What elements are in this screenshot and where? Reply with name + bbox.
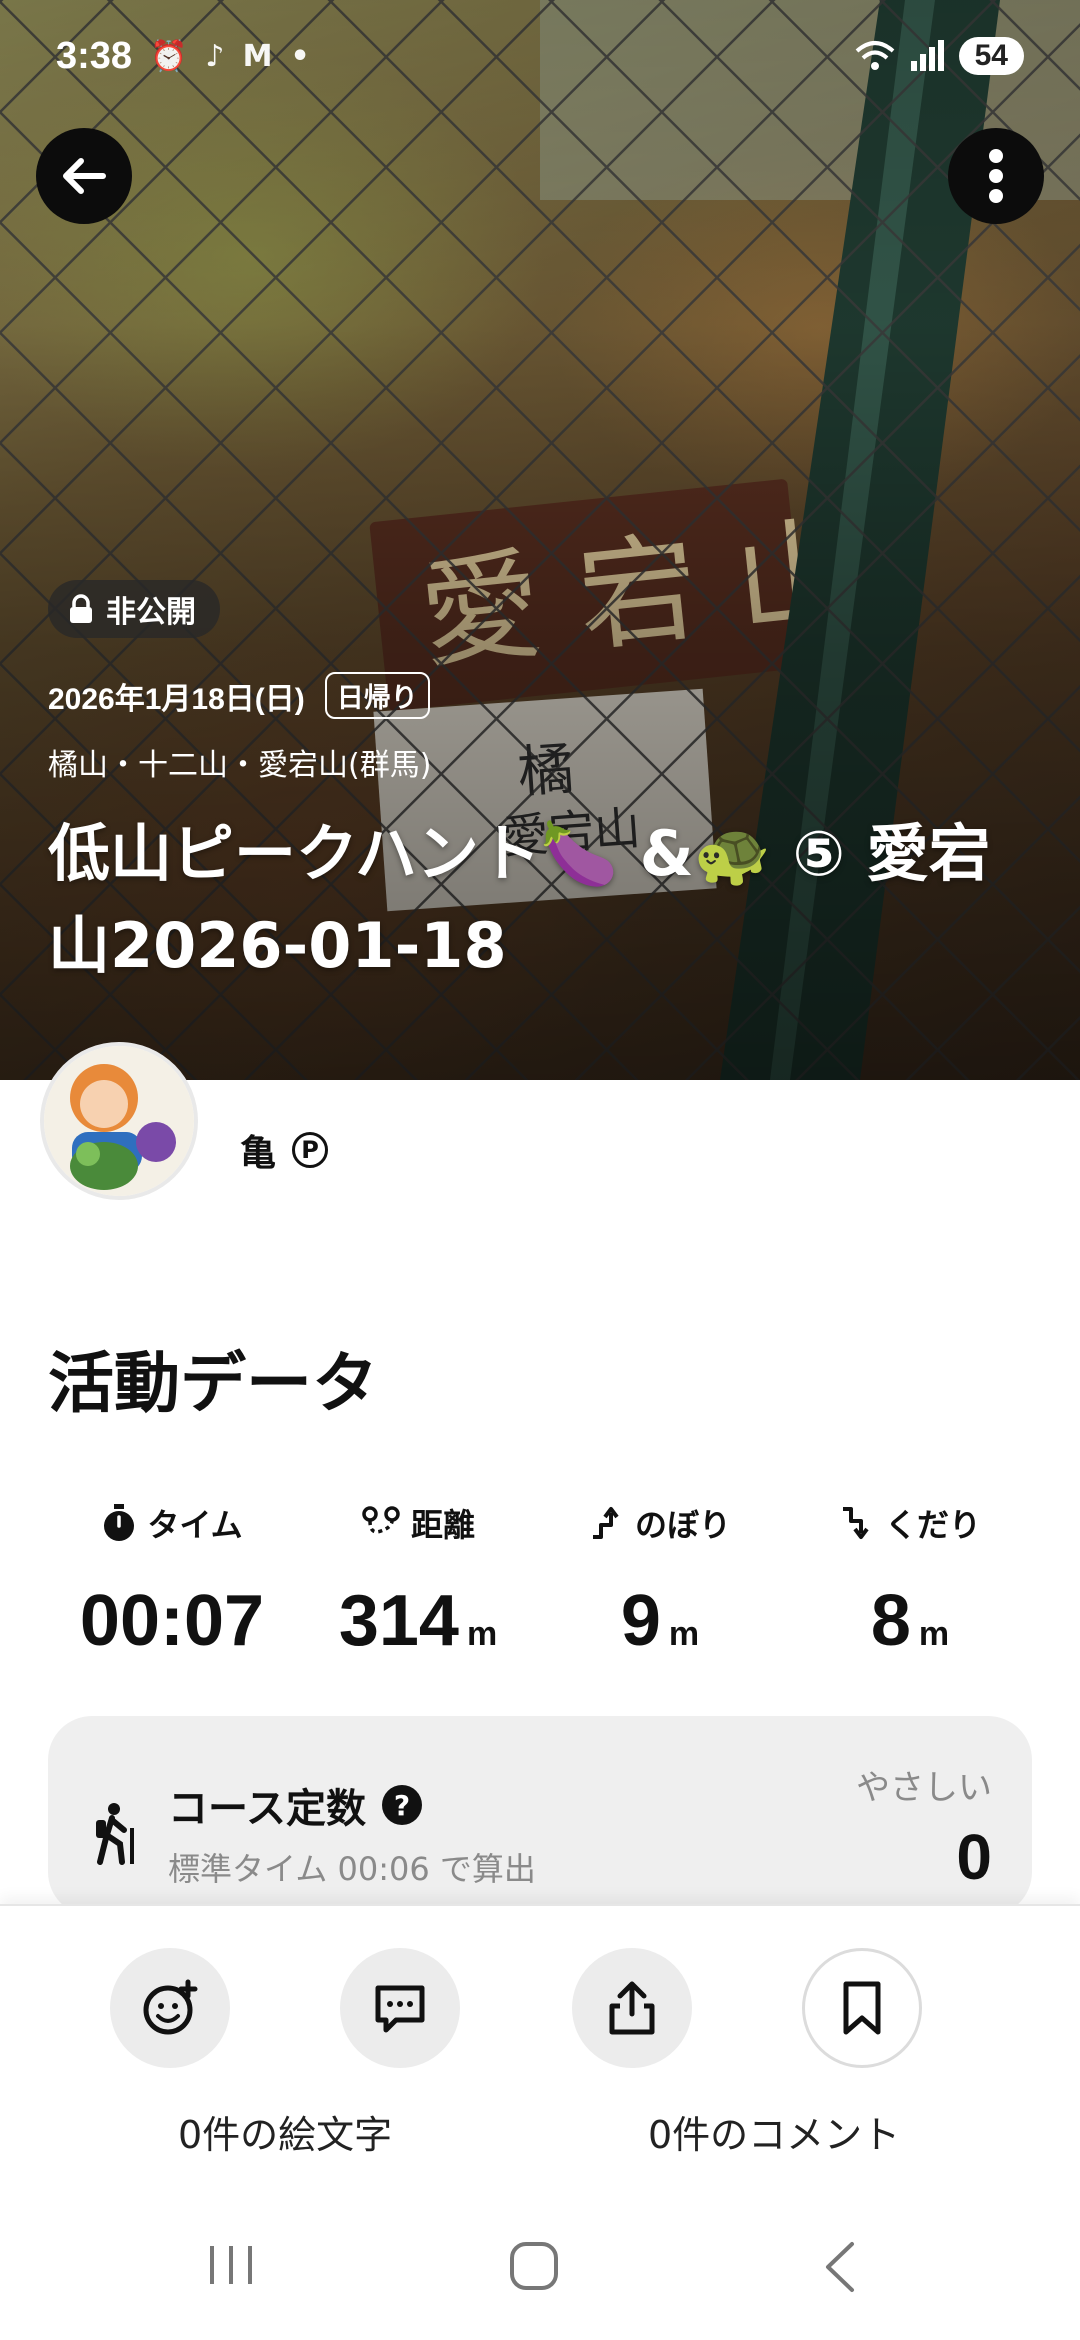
- stat-ascent: のぼり 9m: [540, 1500, 780, 1662]
- comment-icon: [375, 1985, 425, 2033]
- stat-descent: くだり 8m: [790, 1500, 1030, 1662]
- descent-icon: [842, 1507, 869, 1539]
- help-icon[interactable]: ?: [382, 1785, 422, 1825]
- course-constant-card[interactable]: コース定数 ? 標準タイム 00:06 で算出 やさしい 0: [48, 1716, 1032, 1916]
- user-name-row[interactable]: 亀 P: [240, 1124, 329, 1176]
- gmail-icon: M: [242, 38, 273, 74]
- emoji-count-label[interactable]: 0件の絵文字: [178, 2104, 392, 2159]
- share-icon: [609, 1981, 655, 2035]
- status-time: 3:38: [56, 34, 133, 77]
- stat-ascent-value: 9: [620, 1581, 661, 1661]
- stat-time: タイム 00:07: [52, 1500, 292, 1662]
- user-name: 亀: [240, 1133, 277, 1174]
- alarm-icon: ⏰: [150, 38, 188, 74]
- stat-distance-label: 距離: [410, 1506, 475, 1544]
- hero-photo: 愛 宕 山 橘 愛宕山 3:38 ⏰ ♪ M •: [0, 0, 1080, 1080]
- route-icon: [362, 1506, 400, 1534]
- add-emoji-button[interactable]: [110, 1948, 230, 2068]
- tiktok-icon: ♪: [205, 38, 225, 74]
- stat-distance: 距離 314 m: [298, 1500, 538, 1662]
- dot-icon: •: [290, 38, 310, 74]
- stopwatch-icon: [104, 1504, 135, 1541]
- signal-icon: [910, 40, 944, 71]
- stat-descent-unit: m: [918, 1615, 950, 1653]
- emoji-add-icon: [143, 1979, 198, 2035]
- activity-title: 低山ピークハント🍆 &🐢 ⑤ 愛宕山2026-01-18: [48, 817, 991, 982]
- home-icon[interactable]: [508, 2240, 562, 2294]
- activity-date: 2026年1月18日(日): [48, 682, 305, 716]
- premium-badge: P: [292, 1132, 329, 1168]
- activity-stats: タイム 00:07 距離 314 m のぼり 9m くだり 8 m: [0, 1500, 1080, 1680]
- stat-ascent-label: のぼり: [634, 1506, 731, 1544]
- action-bar: 0件の絵文字 0件のコメント: [0, 1904, 1080, 2202]
- stat-distance-value: 314: [338, 1581, 459, 1661]
- stat-distance-unit: m: [466, 1615, 498, 1653]
- arrow-left-icon: [63, 158, 106, 194]
- privacy-badge: 非公開: [48, 580, 220, 638]
- bookmark-icon: [843, 1981, 881, 2035]
- activity-date-row: 2026年1月18日(日) 日帰り: [48, 672, 430, 719]
- battery-level: 54: [958, 37, 1024, 75]
- ascent-icon: [592, 1507, 619, 1539]
- avatar[interactable]: [44, 1046, 194, 1196]
- stat-descent-label: くだり: [884, 1506, 981, 1544]
- course-constant-value: 0: [956, 1821, 992, 1893]
- bookmark-button[interactable]: [802, 1948, 922, 2068]
- comment-button[interactable]: [340, 1948, 460, 2068]
- section-title-activity: 活動データ: [48, 1345, 378, 1422]
- course-constant-title: コース定数: [168, 1786, 366, 1832]
- stat-time-value: 00:07: [79, 1581, 265, 1661]
- back-button[interactable]: [36, 128, 132, 224]
- recent-apps-icon[interactable]: [204, 2240, 258, 2290]
- lock-icon: [70, 594, 92, 623]
- nav-back-icon[interactable]: [820, 2240, 860, 2294]
- hiker-icon: [96, 1803, 134, 1865]
- stat-descent-value: 8: [870, 1581, 911, 1661]
- wifi-icon: [855, 41, 894, 70]
- privacy-label: 非公開: [106, 595, 196, 630]
- mountain-area[interactable]: 橘山・十二山・愛宕山(群馬): [48, 740, 431, 784]
- course-difficulty: やさしい: [856, 1768, 992, 1808]
- trip-type-badge: 日帰り: [324, 672, 430, 719]
- status-bar: 3:38 ⏰ ♪ M • 54: [56, 28, 1024, 84]
- more-vertical-icon: [989, 149, 1003, 203]
- more-options-button[interactable]: [948, 128, 1044, 224]
- share-button[interactable]: [572, 1948, 692, 2068]
- stat-time-label: タイム: [147, 1506, 243, 1544]
- avatar-art: [44, 1046, 194, 1196]
- course-constant-subtitle: 標準タイム 00:06 で算出: [168, 1850, 536, 1888]
- system-navigation-bar: [0, 2200, 1080, 2340]
- stat-ascent-unit: m: [668, 1615, 700, 1653]
- comment-count-label[interactable]: 0件のコメント: [648, 2104, 900, 2159]
